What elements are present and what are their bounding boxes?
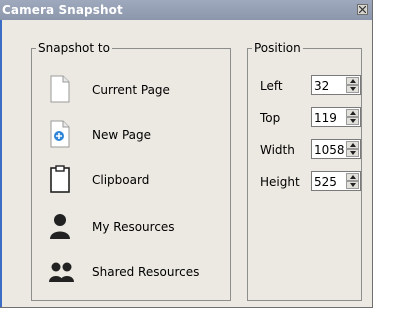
clipboard-icon (48, 165, 74, 193)
current-page-label: Current Page (92, 83, 170, 97)
close-button[interactable] (357, 4, 368, 15)
title-bar[interactable]: Camera Snapshot (0, 0, 372, 20)
height-input[interactable]: 525 (311, 171, 361, 191)
top-decrement-button[interactable] (346, 117, 359, 125)
shared-resources-label: Shared Resources (92, 265, 200, 279)
snapshot-to-legend: Snapshot to (36, 41, 112, 55)
top-spinner (346, 109, 359, 125)
arrow-down-icon (350, 151, 356, 155)
position-height-row: Height 525 (248, 171, 363, 193)
left-input[interactable]: 32 (311, 75, 361, 95)
height-value: 525 (314, 175, 337, 189)
top-increment-button[interactable] (346, 109, 359, 117)
position-left-row: Left 32 (248, 75, 363, 97)
left-label: Left (260, 79, 283, 93)
camera-snapshot-dialog: Camera Snapshot Snapshot to Current Page (0, 0, 373, 308)
my-resources-label: My Resources (92, 220, 175, 234)
new-page-icon (48, 120, 74, 148)
width-spinner (346, 141, 359, 157)
clipboard-label: Clipboard (92, 173, 150, 187)
people-icon (48, 257, 74, 285)
left-spinner (346, 77, 359, 93)
left-increment-button[interactable] (346, 77, 359, 85)
position-width-row: Width 1058 (248, 139, 363, 161)
height-spinner (346, 173, 359, 189)
snapshot-new-page[interactable]: New Page (48, 120, 228, 150)
position-legend: Position (252, 41, 303, 55)
person-icon (48, 212, 74, 240)
position-group: Position Left 32 Top 119 Width 1058 Heig… (247, 41, 363, 301)
width-value: 1058 (314, 143, 345, 157)
new-page-label: New Page (92, 128, 152, 142)
snapshot-clipboard[interactable]: Clipboard (48, 165, 228, 195)
arrow-up-icon (350, 111, 356, 115)
width-label: Width (260, 143, 295, 157)
snapshot-my-resources[interactable]: My Resources (48, 212, 228, 242)
window-title: Camera Snapshot (2, 3, 123, 17)
arrow-down-icon (350, 87, 356, 91)
width-increment-button[interactable] (346, 141, 359, 149)
page-icon (48, 75, 74, 103)
close-icon (359, 6, 366, 13)
snapshot-current-page[interactable]: Current Page (48, 75, 228, 105)
left-decrement-button[interactable] (346, 85, 359, 93)
left-value: 32 (314, 79, 330, 93)
arrow-up-icon (350, 175, 356, 179)
height-increment-button[interactable] (346, 173, 359, 181)
arrow-down-icon (350, 183, 356, 187)
snapshot-to-group: Snapshot to Current Page New Page Clipbo… (31, 41, 231, 301)
width-input[interactable]: 1058 (311, 139, 361, 159)
height-decrement-button[interactable] (346, 181, 359, 189)
window-left-border (0, 20, 2, 307)
width-decrement-button[interactable] (346, 149, 359, 157)
height-label: Height (260, 175, 300, 189)
arrow-up-icon (350, 79, 356, 83)
top-value: 119 (314, 111, 337, 125)
top-input[interactable]: 119 (311, 107, 361, 127)
snapshot-shared-resources[interactable]: Shared Resources (48, 257, 228, 287)
position-top-row: Top 119 (248, 107, 363, 129)
arrow-down-icon (350, 119, 356, 123)
arrow-up-icon (350, 143, 356, 147)
top-label: Top (260, 111, 281, 125)
